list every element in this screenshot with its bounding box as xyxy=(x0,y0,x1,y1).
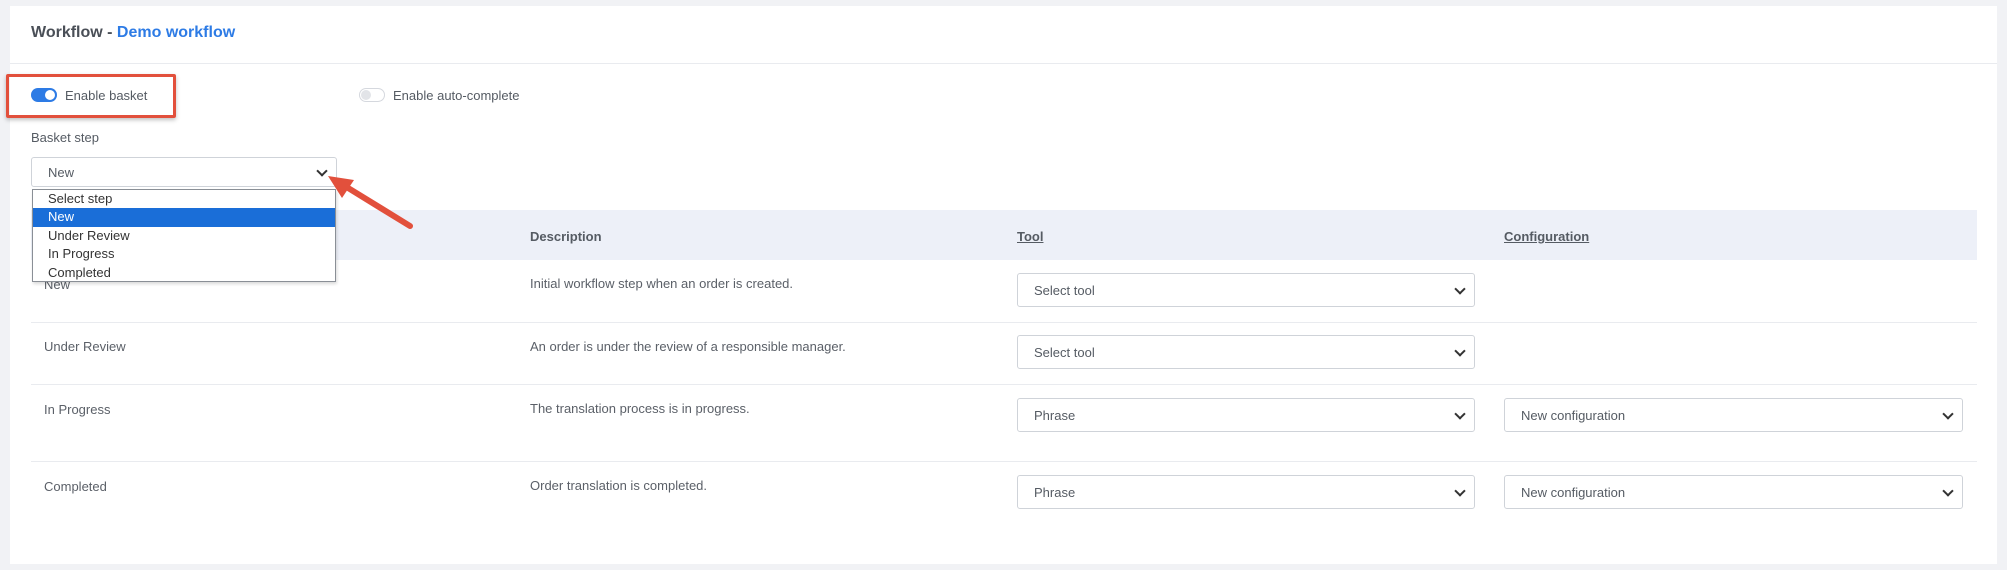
step-description: Order translation is completed. xyxy=(530,478,708,493)
table-row: Under Review An order is under the revie… xyxy=(31,323,1977,385)
chevron-down-icon xyxy=(1942,485,1954,497)
tool-select-value: Phrase xyxy=(1034,407,1076,423)
basket-step-label: Basket step xyxy=(31,130,99,145)
tool-select[interactable]: Select tool xyxy=(1017,273,1475,307)
table-row: Completed Order translation is completed… xyxy=(31,462,1977,538)
dropdown-option[interactable]: Completed xyxy=(33,264,335,282)
basket-step-dropdown[interactable]: Select step New Under Review In Progress… xyxy=(32,189,336,282)
chevron-down-icon xyxy=(1454,345,1466,357)
step-name: Under Review xyxy=(44,339,126,354)
highlight-annotation-box xyxy=(6,74,176,118)
step-name: Completed xyxy=(44,479,107,494)
page-title: Workflow - Demo workflow xyxy=(31,24,235,42)
tool-select[interactable]: Phrase xyxy=(1017,398,1475,432)
dropdown-option-selected[interactable]: New xyxy=(33,208,335,227)
dropdown-option[interactable]: In Progress xyxy=(33,245,335,263)
basket-step-value: New xyxy=(48,164,75,180)
chevron-down-icon xyxy=(1942,408,1954,420)
switch-knob-icon xyxy=(361,90,371,100)
column-header-tool[interactable]: Tool xyxy=(1017,229,1043,244)
column-header-description: Description xyxy=(530,229,602,244)
pointer-arrow-icon xyxy=(328,176,413,229)
enable-auto-complete-label: Enable auto-complete xyxy=(393,87,520,103)
tool-select-value: Select tool xyxy=(1034,282,1095,298)
step-description: An order is under the review of a respon… xyxy=(530,339,846,354)
chevron-down-icon xyxy=(1454,485,1466,497)
tool-select-value: Select tool xyxy=(1034,344,1095,360)
enable-auto-complete-toggle-row[interactable]: Enable auto-complete xyxy=(359,85,519,105)
configuration-select-value: New configuration xyxy=(1521,407,1626,423)
column-header-configuration[interactable]: Configuration xyxy=(1504,229,1589,244)
step-name: In Progress xyxy=(44,402,111,417)
step-description: The translation process is in progress. xyxy=(530,401,750,416)
tool-select[interactable]: Phrase xyxy=(1017,475,1475,509)
step-description: Initial workflow step when an order is c… xyxy=(530,276,794,291)
tool-select[interactable]: Select tool xyxy=(1017,335,1475,369)
chevron-down-icon xyxy=(1454,283,1466,295)
configuration-select[interactable]: New configuration xyxy=(1504,475,1963,509)
card-header: Workflow - Demo workflow xyxy=(10,6,1997,64)
workflow-name: Demo workflow xyxy=(116,24,236,41)
configuration-select[interactable]: New configuration xyxy=(1504,398,1963,432)
chevron-down-icon xyxy=(1454,408,1466,420)
page-title-prefix: Workflow - xyxy=(31,24,117,41)
table-row: In Progress The translation process is i… xyxy=(31,385,1977,462)
tool-select-value: Phrase xyxy=(1034,484,1076,500)
dropdown-option[interactable]: Under Review xyxy=(33,227,335,245)
dropdown-option[interactable]: Select step xyxy=(33,190,335,208)
basket-step-select[interactable]: New xyxy=(31,157,337,187)
enable-auto-complete-switch[interactable] xyxy=(359,88,385,102)
configuration-select-value: New configuration xyxy=(1521,484,1626,500)
